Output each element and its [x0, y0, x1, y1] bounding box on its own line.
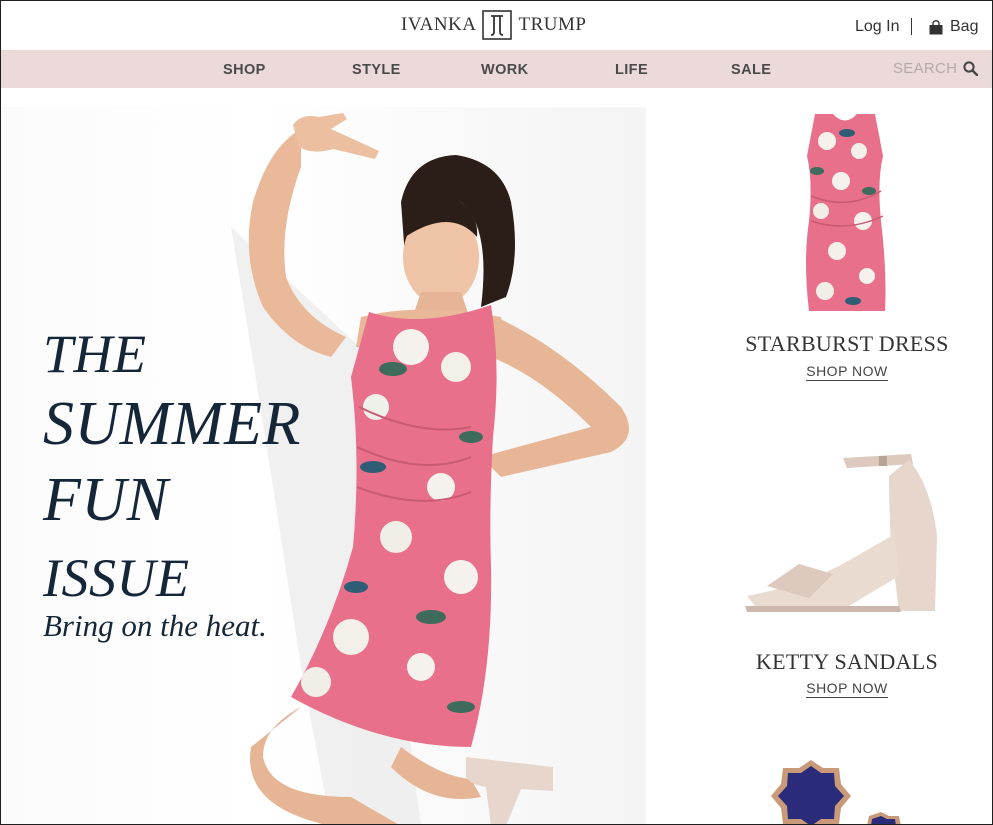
product-name-starburst-dress[interactable]: STARBURST DRESS [697, 331, 992, 357]
nav-item-life[interactable]: LIFE [615, 62, 648, 78]
browser-page-frame: IVANKA TRUMP Log In Bag SHOP STYLE WORK … [0, 0, 993, 825]
hero-subtitle: Bring on the heat. [43, 608, 267, 643]
shop-now-link-sandals[interactable]: SHOP NOW [697, 680, 992, 698]
starburst-dress-image[interactable] [797, 111, 893, 316]
logo-word-right: TRUMP [518, 14, 587, 35]
nav-item-shop[interactable]: SHOP [223, 62, 266, 78]
ketty-sandals-image[interactable] [739, 446, 944, 616]
site-logo[interactable]: IVANKA TRUMP [401, 9, 586, 41]
nav-item-style[interactable]: STYLE [352, 62, 401, 78]
shop-now-label: SHOP NOW [806, 363, 888, 381]
shop-now-label: SHOP NOW [806, 680, 888, 698]
search-label: SEARCH [893, 60, 958, 77]
logo-word-left: IVANKA [401, 14, 477, 35]
hero-title-line-4: ISSUE [43, 548, 190, 608]
bag-link[interactable]: Bag [929, 18, 978, 36]
hero-title-line-2: SUMMER [43, 390, 301, 458]
bag-label: Bag [950, 18, 979, 35]
site-header: IVANKA TRUMP Log In Bag [1, 1, 992, 49]
shop-now-link-dress[interactable]: SHOP NOW [697, 363, 992, 381]
main-nav: SHOP STYLE WORK LIFE SALE SEARCH [1, 50, 992, 88]
search-button[interactable]: SEARCH [893, 60, 979, 77]
nav-item-work[interactable]: WORK [481, 62, 529, 78]
search-icon [963, 61, 979, 76]
product-name-ketty-sandals[interactable]: KETTY SANDALS [697, 649, 992, 675]
nav-item-sale[interactable]: SALE [731, 62, 771, 78]
hero-banner[interactable]: THE SUMMER FUN ISSUE Bring on the heat. [1, 107, 646, 824]
hero-title-line-3: FUN [43, 466, 169, 534]
shopping-bag-icon [929, 19, 943, 34]
header-divider [911, 18, 912, 35]
hero-title-line-1: THE [43, 324, 147, 384]
ij-monogram-icon [482, 10, 513, 40]
jewelry-product-image[interactable] [771, 756, 921, 825]
login-link[interactable]: Log In [855, 18, 899, 36]
